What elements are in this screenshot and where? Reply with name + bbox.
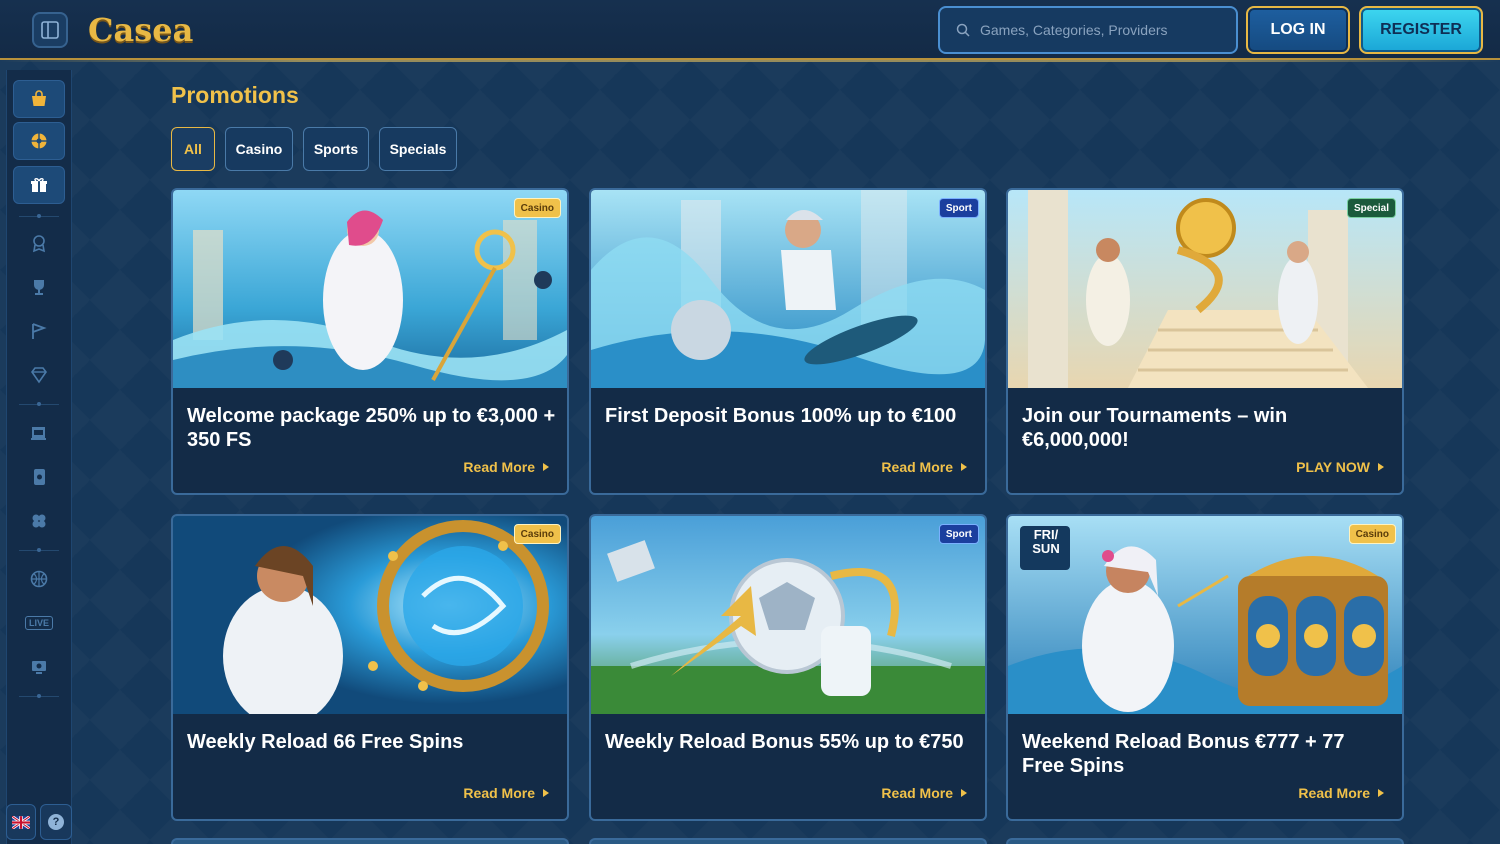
read-more-label: Read More [463, 459, 535, 475]
sidebar-item-vip[interactable] [13, 356, 65, 394]
gift-icon [31, 178, 47, 192]
sidebar-item-rewards[interactable] [13, 224, 65, 262]
promo-title: Weekly Reload Bonus 55% up to €750 [605, 731, 964, 753]
promo-title: Welcome package 250% up to €3,000 + 350 … [187, 405, 556, 451]
filter-all[interactable]: All [171, 127, 215, 171]
language-button[interactable] [6, 804, 36, 840]
fri-sun-label: FRI/ SUN [1032, 527, 1060, 556]
category-badge: Sport [938, 198, 979, 218]
clover-icon [32, 514, 46, 528]
top-header: Casea LOG IN REGISTER [0, 0, 1500, 62]
sidebar-divider [19, 402, 59, 406]
casea-logo[interactable]: Casea [88, 8, 193, 52]
promo-card[interactable]: Casino Welcome package 250% up to €3,000… [171, 188, 569, 495]
promo-card[interactable]: Sport First Deposit Bonus 100% up to €10… [589, 188, 987, 495]
promo-image: Casino [173, 190, 567, 388]
category-badge: Casino [513, 524, 561, 544]
promo-card-partial[interactable] [1006, 838, 1404, 844]
sidebar-divider [19, 694, 59, 698]
arrow-right-icon [961, 789, 967, 797]
promo-title: Join our Tournaments – win €6,000,000! [1022, 405, 1288, 451]
badge-icon [32, 235, 46, 253]
tv-icon [32, 661, 46, 674]
live-icon: LIVE [24, 616, 53, 630]
promo-title: First Deposit Bonus 100% up to €100 [605, 405, 957, 427]
sidebar-item-lucky[interactable] [13, 502, 65, 540]
sidebar-toggle-icon [41, 21, 59, 39]
filter-sports[interactable]: Sports [303, 127, 369, 171]
read-more-label: Read More [881, 459, 953, 475]
category-badge: Casino [513, 198, 561, 218]
sidebar-item-tournaments[interactable] [13, 268, 65, 306]
search-icon [956, 23, 970, 37]
read-more-link[interactable]: Read More [881, 785, 967, 801]
sidebar-item-shop[interactable] [13, 80, 65, 118]
trophy-icon [34, 280, 44, 295]
card-icon [34, 469, 45, 485]
page-title: Promotions [171, 82, 299, 108]
promo-title: Weekly Reload 66 Free Spins [187, 731, 464, 753]
read-more-link[interactable]: Read More [463, 459, 549, 475]
flag-icon [32, 323, 47, 339]
help-icon: ? [48, 814, 64, 830]
play-now-link[interactable]: PLAY NOW [1296, 459, 1384, 475]
filter-casino[interactable]: Casino [225, 127, 293, 171]
promo-card[interactable]: Sport Weekly Reload Bonus 55% up to €750… [589, 514, 987, 821]
arrow-right-icon [961, 463, 967, 471]
promo-image: Special [1008, 190, 1402, 388]
login-button[interactable]: LOG IN [1246, 6, 1350, 54]
register-button[interactable]: REGISTER [1359, 6, 1483, 54]
read-more-label: Read More [463, 785, 535, 801]
search-input[interactable] [980, 22, 1220, 38]
arrow-right-icon [543, 463, 549, 471]
read-more-link[interactable]: Read More [463, 785, 549, 801]
sidebar-item-slots[interactable] [13, 414, 65, 452]
category-badge: Special [1346, 198, 1396, 218]
search-box[interactable] [938, 6, 1238, 54]
filter-specials[interactable]: Specials [379, 127, 457, 171]
promo-card-partial[interactable] [589, 838, 987, 844]
play-now-label: PLAY NOW [1296, 459, 1370, 475]
promo-card-partial[interactable] [171, 838, 569, 844]
sidebar-item-missions[interactable] [13, 312, 65, 350]
diamond-icon [31, 367, 47, 384]
sidebar-divider [19, 548, 59, 552]
sidebar-item-table-games[interactable] [13, 458, 65, 496]
slot-icon [31, 427, 46, 440]
promo-image: Sport [591, 190, 985, 388]
sidebar-item-wheel[interactable] [13, 122, 65, 160]
shop-icon [32, 90, 46, 106]
sidebar-item-promotions[interactable] [13, 166, 65, 204]
promo-card[interactable]: FRI/ SUN Casino Weekend Reload Bonus €77… [1006, 514, 1404, 821]
promo-image: Casino [173, 516, 567, 714]
uk-flag-icon [12, 815, 30, 829]
sidebar-divider [19, 214, 59, 218]
read-more-label: Read More [1298, 785, 1370, 801]
arrow-right-icon [543, 789, 549, 797]
arrow-right-icon [1378, 463, 1384, 471]
sidebar-toggle-button[interactable] [32, 12, 68, 48]
category-badge: Sport [938, 524, 979, 544]
read-more-label: Read More [881, 785, 953, 801]
wheel-icon [31, 133, 47, 149]
promotion-filters: All Casino Sports Specials [171, 127, 457, 171]
promo-card[interactable]: Casino Weekly Reload 66 Free Spins Read … [171, 514, 569, 821]
basketball-icon [30, 570, 48, 588]
promo-image: FRI/ SUN Casino [1008, 516, 1402, 714]
help-button[interactable]: ? [40, 804, 72, 840]
sidebar-item-sports[interactable] [13, 560, 65, 598]
left-sidebar: LIVE [6, 70, 72, 844]
promo-card[interactable]: Special Join our Tournaments – win €6,00… [1006, 188, 1404, 495]
promo-image: Sport [591, 516, 985, 714]
read-more-link[interactable]: Read More [881, 459, 967, 475]
promo-title: Weekend Reload Bonus €777 + 77 Free Spin… [1022, 731, 1345, 777]
read-more-link[interactable]: Read More [1298, 785, 1384, 801]
sidebar-item-virtual[interactable] [13, 648, 65, 686]
sidebar-item-live[interactable]: LIVE [13, 604, 65, 642]
category-badge: Casino [1348, 524, 1396, 544]
arrow-right-icon [1378, 789, 1384, 797]
